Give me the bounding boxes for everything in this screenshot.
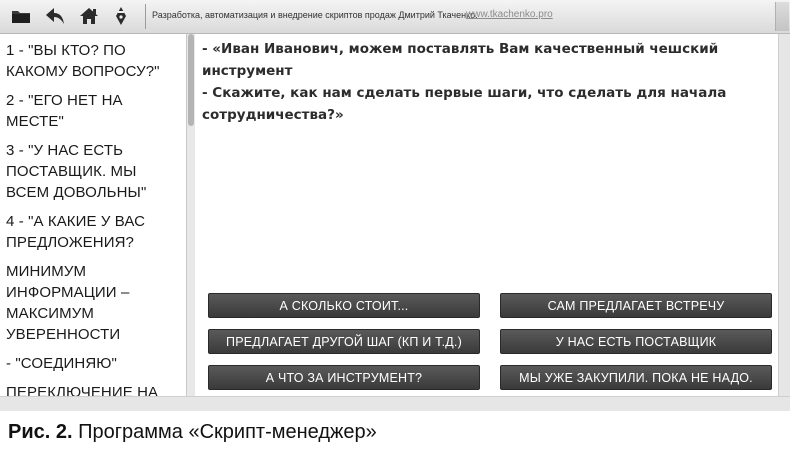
scrollbar-thumb[interactable] bbox=[188, 34, 194, 126]
sidebar-item-3[interactable]: 3 - "У НАС ЕСТЬ ПОСТАВЩИК. МЫ ВСЕМ ДОВОЛ… bbox=[0, 136, 186, 207]
script-dialog: - «Иван Иванович, можем поставлять Вам к… bbox=[202, 38, 772, 126]
sidebar-item-1[interactable]: 1 - "ВЫ КТО? ПО КАКОМУ ВОПРОСУ?" bbox=[0, 34, 186, 86]
window-bottom-edge bbox=[0, 396, 790, 411]
have-supplier-button[interactable]: У НАС ЕСТЬ ПОСТАВЩИК bbox=[500, 329, 772, 354]
dialog-line-1: - «Иван Иванович, можем поставлять Вам к… bbox=[202, 41, 719, 79]
what-instrument-button[interactable]: А ЧТО ЗА ИНСТРУМЕНТ? bbox=[208, 365, 480, 390]
back-arrow-icon[interactable] bbox=[44, 6, 66, 26]
dialog-line-2: - Скажите, как нам сделать первые шаги, … bbox=[202, 85, 727, 101]
sidebar-scrollbar[interactable] bbox=[186, 34, 195, 396]
window-right-edge bbox=[778, 34, 790, 396]
sidebar-list: 1 - "ВЫ КТО? ПО КАКОМУ ВОПРОСУ?" 2 - "ЕГ… bbox=[0, 34, 186, 396]
sidebar-item-6[interactable]: - "СОЕДИНЯЮ" bbox=[0, 349, 186, 378]
figure-label: Рис. 2. bbox=[8, 421, 73, 443]
home-icon[interactable] bbox=[78, 6, 100, 26]
toolbar-separator bbox=[145, 4, 146, 29]
offers-meeting-button[interactable]: САМ ПРЕДЛАГАЕТ ВСТРЕЧУ bbox=[500, 293, 772, 318]
sidebar: 1 - "ВЫ КТО? ПО КАКОМУ ВОПРОСУ?" 2 - "ЕГ… bbox=[0, 34, 186, 396]
toolbar-end-bar bbox=[775, 2, 789, 31]
figure-caption: Рис. 2. Программа «Скрипт-менеджер» bbox=[8, 421, 377, 444]
sidebar-item-4[interactable]: 4 - "А КАКИЕ У ВАС ПРЕДЛОЖЕНИЯ? bbox=[0, 207, 186, 257]
toolbar: Разработка, автоматизация и внедрение ск… bbox=[0, 0, 790, 34]
sidebar-item-7[interactable]: ПЕРЕКЛЮЧЕНИЕ НА bbox=[0, 378, 186, 396]
dialog-line-3: сотрудничества?» bbox=[202, 107, 344, 123]
app-window: Разработка, автоматизация и внедрение ск… bbox=[0, 0, 790, 411]
toolbar-caption: Разработка, автоматизация и внедрение ск… bbox=[152, 10, 478, 20]
how-much-button[interactable]: А СКОЛЬКО СТОИТ... bbox=[208, 293, 480, 318]
website-link[interactable]: www.tkachenko.pro bbox=[466, 9, 553, 20]
other-step-button[interactable]: ПРЕДЛАГАЕТ ДРУГОЙ ШАГ (КП И Т.Д.) bbox=[208, 329, 480, 354]
already-bought-button[interactable]: МЫ УЖЕ ЗАКУПИЛИ. ПОКА НЕ НАДО. bbox=[500, 365, 772, 390]
sidebar-item-5[interactable]: МИНИМУМ ИНФОРМАЦИИ – МАКСИМУМ УВЕРЕННОСТ… bbox=[0, 257, 186, 349]
folder-icon[interactable] bbox=[10, 6, 32, 26]
pen-icon[interactable] bbox=[110, 6, 132, 26]
figure-title: Программа «Скрипт-менеджер» bbox=[72, 421, 377, 443]
sidebar-item-2[interactable]: 2 - "ЕГО НЕТ НА МЕСТЕ" bbox=[0, 86, 186, 136]
main-panel: - «Иван Иванович, можем поставлять Вам к… bbox=[195, 34, 778, 396]
